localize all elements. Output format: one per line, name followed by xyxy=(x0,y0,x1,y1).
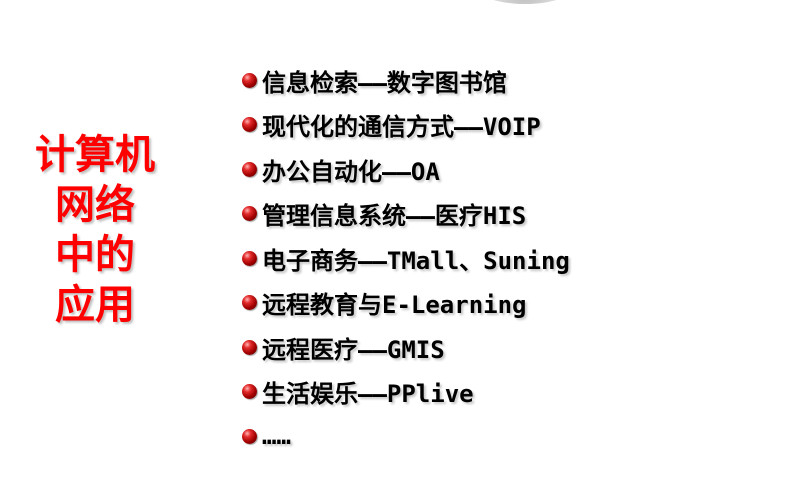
decorative-arc xyxy=(470,0,580,4)
list-item-text: 生活娱乐——PPlive xyxy=(262,380,474,409)
list-item: 远程医疗——GMIS xyxy=(242,325,570,370)
list-item: 远程教育与E-Learning xyxy=(242,281,570,326)
bullet-icon xyxy=(242,384,257,400)
bullet-icon xyxy=(242,250,257,266)
bullet-icon xyxy=(242,161,257,177)
list-item-text: 办公自动化——OA xyxy=(262,157,440,186)
title-line-2: 网络 xyxy=(55,182,135,228)
title-line-4: 应用 xyxy=(55,282,135,328)
list-item: 信息检索——数字图书馆 xyxy=(242,58,570,103)
list-item-text: 远程教育与E-Learning xyxy=(262,291,527,320)
list-item: 管理信息系统——医疗HIS xyxy=(242,192,570,237)
bullet-icon xyxy=(242,206,257,222)
title-line-3: 中的 xyxy=(55,232,135,278)
list-item: 现代化的通信方式——VOIP xyxy=(242,103,570,148)
list-item-text: 信息检索——数字图书馆 xyxy=(262,68,507,97)
list-item: 生活娱乐——PPlive xyxy=(242,370,570,415)
bullet-icon xyxy=(242,339,257,355)
list-item-text: …… xyxy=(262,422,291,451)
bullet-icon xyxy=(242,117,257,133)
slide-title: 计算机 网络 中的 应用 xyxy=(30,130,160,330)
list-item-text: 远程医疗——GMIS xyxy=(262,335,445,364)
list-item: …… xyxy=(242,414,570,459)
bullet-icon xyxy=(242,295,257,311)
list-item: 电子商务——TMall、Suning xyxy=(242,236,570,281)
application-list: 信息检索——数字图书馆 现代化的通信方式——VOIP 办公自动化——OA 管理信… xyxy=(242,58,570,459)
list-item-text: 管理信息系统——医疗HIS xyxy=(262,202,527,231)
title-line-1: 计算机 xyxy=(35,132,155,178)
bullet-icon xyxy=(242,72,257,88)
list-item-text: 现代化的通信方式——VOIP xyxy=(262,113,541,142)
list-item-text: 电子商务——TMall、Suning xyxy=(262,246,570,275)
bullet-icon xyxy=(242,428,257,444)
list-item: 办公自动化——OA xyxy=(242,147,570,192)
